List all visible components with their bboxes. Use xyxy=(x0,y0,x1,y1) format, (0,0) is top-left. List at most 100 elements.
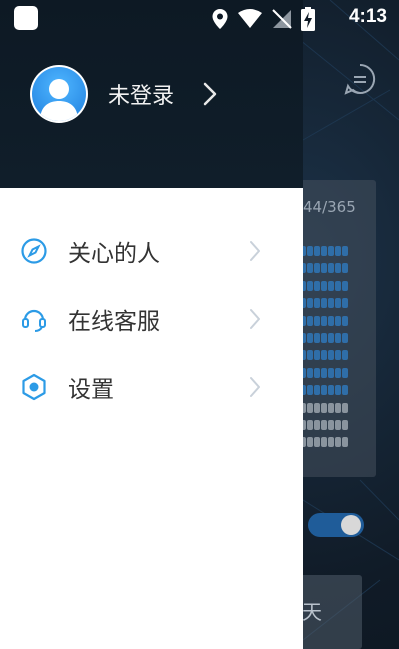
day-cell xyxy=(321,298,327,309)
avatar xyxy=(30,65,88,123)
menu-item-care[interactable]: 关心的人 xyxy=(0,221,303,281)
day-cell xyxy=(321,419,327,430)
battery-charging-icon xyxy=(301,7,315,31)
day-grid-row xyxy=(300,419,360,431)
day-cell xyxy=(307,263,313,274)
day-cell xyxy=(335,419,341,430)
day-cell xyxy=(328,263,334,274)
day-cell xyxy=(342,246,348,256)
day-cell xyxy=(307,419,313,430)
day-cell xyxy=(328,332,334,343)
chat-icon xyxy=(344,63,376,95)
day-cell xyxy=(342,437,348,448)
toggle-knob xyxy=(341,515,361,535)
day-cell xyxy=(335,280,341,291)
day-cell xyxy=(328,385,334,396)
chevron-right-icon xyxy=(250,241,260,261)
day-cell xyxy=(314,280,320,291)
menu-item-label: 在线客服 xyxy=(68,309,160,335)
day-cell xyxy=(328,280,334,291)
day-cell xyxy=(342,385,348,396)
day-cell xyxy=(307,332,313,343)
day-cell xyxy=(314,402,320,413)
day-grid-row xyxy=(300,246,360,257)
day-cell xyxy=(335,332,341,343)
day-cell xyxy=(307,350,313,361)
day-cell xyxy=(335,367,341,378)
day-grid-row xyxy=(300,367,360,379)
day-cell xyxy=(307,402,313,413)
day-cell xyxy=(342,315,348,326)
day-grid-row xyxy=(300,280,360,292)
day-cell xyxy=(335,315,341,326)
day-cell xyxy=(307,298,313,309)
day-cell xyxy=(342,280,348,291)
menu-item-label: 关心的人 xyxy=(68,241,160,267)
day-grid-row xyxy=(300,437,360,448)
day-cell xyxy=(328,402,334,413)
location-icon xyxy=(212,9,228,29)
menu-item-customer-service[interactable]: 在线客服 xyxy=(0,289,303,349)
day-grid xyxy=(300,246,360,455)
day-grid-row xyxy=(300,263,360,274)
day-grid-row xyxy=(300,385,360,396)
day-cell xyxy=(328,350,334,361)
day-cell xyxy=(328,246,334,256)
day-grid-row xyxy=(300,332,360,344)
day-cell xyxy=(321,437,327,448)
day-cell xyxy=(328,437,334,448)
settings-icon xyxy=(22,373,46,401)
day-grid-row xyxy=(300,402,360,414)
day-cell xyxy=(307,367,313,378)
day-cell xyxy=(321,315,327,326)
profile-login-row[interactable]: 未登录 xyxy=(30,64,240,124)
day-cell xyxy=(321,280,327,291)
menu-item-label: 设置 xyxy=(68,377,114,403)
day-grid-row xyxy=(300,350,360,361)
day-cell xyxy=(335,246,341,256)
day-cell xyxy=(314,437,320,448)
toggle-switch[interactable] xyxy=(308,513,364,537)
chevron-right-icon xyxy=(203,82,217,106)
day-cell xyxy=(314,350,320,361)
day-cell xyxy=(321,263,327,274)
day-cell xyxy=(307,437,313,448)
day-cell xyxy=(314,367,320,378)
app-notification-icon xyxy=(14,6,38,30)
drawer-menu: 关心的人 在线客服 设置 xyxy=(0,188,303,649)
bottom-card-text: 天 xyxy=(302,600,322,624)
day-cell xyxy=(335,437,341,448)
day-cell xyxy=(335,350,341,361)
day-cell xyxy=(328,367,334,378)
compass-icon xyxy=(21,238,47,264)
status-bar: 4:13 xyxy=(0,0,399,36)
day-cell xyxy=(342,350,348,361)
day-cell xyxy=(335,402,341,413)
day-cell xyxy=(314,332,320,343)
day-cell xyxy=(314,298,320,309)
day-cell xyxy=(307,246,313,256)
menu-item-settings[interactable]: 设置 xyxy=(0,357,303,417)
wifi-icon xyxy=(238,9,262,28)
day-cell xyxy=(307,280,313,291)
day-cell xyxy=(314,419,320,430)
day-cell xyxy=(342,367,348,378)
day-cell xyxy=(321,367,327,378)
day-cell xyxy=(307,315,313,326)
day-cell xyxy=(314,385,320,396)
day-cell xyxy=(335,385,341,396)
day-cell xyxy=(335,263,341,274)
day-grid-row xyxy=(300,298,360,309)
day-cell xyxy=(342,263,348,274)
day-cell xyxy=(342,402,348,413)
status-time: 4:13 xyxy=(348,6,387,27)
day-cell xyxy=(321,385,327,396)
headset-icon xyxy=(22,309,46,332)
day-cell xyxy=(321,350,327,361)
day-cell xyxy=(328,419,334,430)
day-cell xyxy=(314,315,320,326)
day-cell xyxy=(342,298,348,309)
day-cell xyxy=(314,246,320,256)
day-cell xyxy=(342,419,348,430)
day-cell xyxy=(314,263,320,274)
